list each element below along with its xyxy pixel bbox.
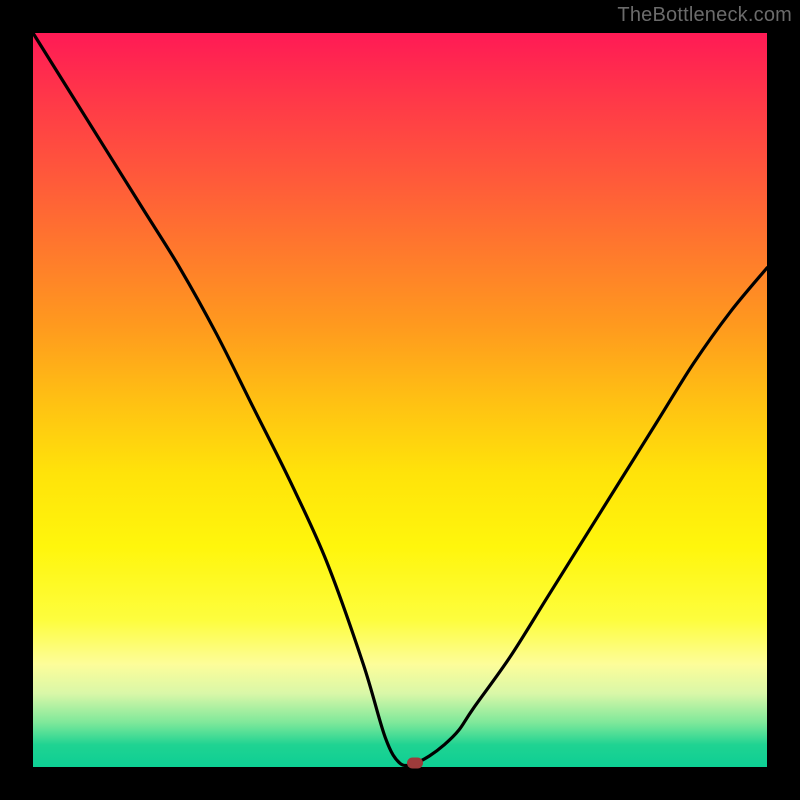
chart-frame: TheBottleneck.com — [0, 0, 800, 800]
minimum-marker — [407, 758, 423, 769]
watermark-text: TheBottleneck.com — [617, 4, 792, 27]
bottleneck-curve — [33, 33, 767, 767]
